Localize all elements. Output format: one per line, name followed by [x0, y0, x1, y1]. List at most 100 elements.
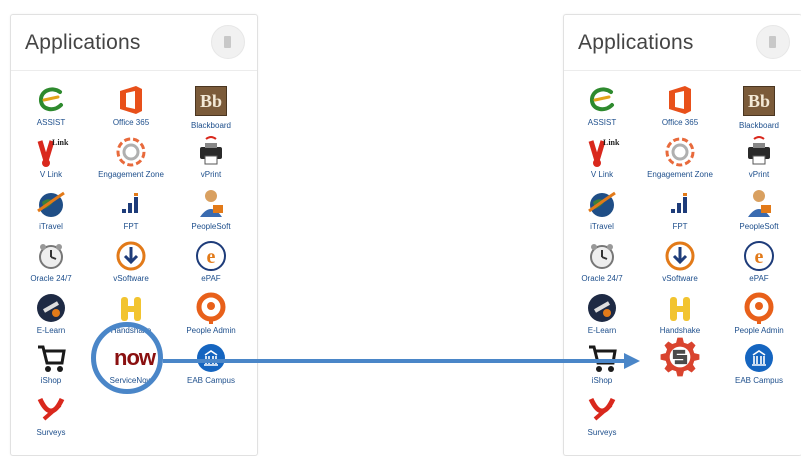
app-fpt[interactable]: FPT: [640, 187, 720, 231]
app-blackboard[interactable]: Bb Blackboard: [719, 83, 799, 130]
epaf-icon: e: [194, 239, 228, 273]
app-vsoftware[interactable]: vSoftware: [91, 239, 171, 283]
app-vlink[interactable]: Link V Link: [562, 135, 642, 179]
app-oracle[interactable]: Oracle 24/7: [11, 239, 91, 283]
app-label: EAB Campus: [186, 376, 236, 385]
app-elearn[interactable]: E-Learn: [11, 291, 91, 335]
app-office365[interactable]: Office 365: [91, 83, 171, 127]
download-icon: [114, 239, 148, 273]
app-servicenow[interactable]: now ServiceNow: [91, 341, 171, 385]
app-label: PeopleSoft: [739, 222, 779, 231]
clock-icon: [34, 239, 68, 273]
app-label: ASSIST: [587, 118, 617, 127]
app-label: Engagement Zone: [98, 170, 164, 179]
panel-header: Applications: [564, 15, 801, 71]
office365-icon: [663, 83, 697, 117]
panel-menu-button[interactable]: [756, 25, 790, 59]
app-label: Blackboard: [738, 121, 780, 130]
vlink-logo-text: Link: [52, 138, 69, 147]
servicenow-logo-text: now: [114, 345, 156, 370]
app-label: vSoftware: [662, 274, 698, 283]
app-surveys[interactable]: Surveys: [11, 393, 91, 437]
blackboard-icon: Bb: [194, 86, 228, 120]
app-label: Surveys: [587, 428, 617, 437]
app-label: E-Learn: [36, 326, 66, 335]
app-epaf[interactable]: e ePAF: [719, 239, 799, 283]
app-itravel[interactable]: iTravel: [11, 187, 91, 231]
people-admin-icon: [194, 291, 228, 325]
svg-text:e: e: [755, 246, 764, 268]
app-fpt[interactable]: FPT: [91, 187, 171, 231]
app-label: E-Learn: [587, 326, 617, 335]
app-assist[interactable]: ASSIST: [11, 83, 91, 127]
app-elearn[interactable]: E-Learn: [562, 291, 642, 335]
applications-panel-left: Applications ASSIST Office 365 Bb Blackb…: [10, 14, 258, 456]
app-eab-campus[interactable]: EAB Campus: [171, 341, 251, 385]
app-blackboard[interactable]: Bb Blackboard: [171, 83, 251, 130]
vlink-icon: Link: [34, 135, 68, 169]
app-label: EAB Campus: [734, 376, 784, 385]
app-peoplesoft[interactable]: PeopleSoft: [719, 187, 799, 231]
app-label: Office 365: [661, 118, 699, 127]
app-ishop[interactable]: iShop: [11, 341, 91, 385]
bar-chart-icon: [663, 187, 697, 221]
download-icon: [663, 239, 697, 273]
panel-title: Applications: [25, 31, 141, 54]
panel-menu-button[interactable]: [211, 25, 245, 59]
app-label: Engagement Zone: [647, 170, 713, 179]
eab-campus-icon: [194, 341, 228, 375]
app-engagement-zone[interactable]: Engagement Zone: [91, 135, 171, 179]
app-servicenow-new[interactable]: [640, 335, 720, 379]
app-label: iTravel: [39, 222, 63, 231]
app-label: vPrint: [748, 170, 770, 179]
clock-icon: [585, 239, 619, 273]
app-vlink[interactable]: Link V Link: [11, 135, 91, 179]
assist-icon: [34, 83, 68, 117]
vlink-logo-text: Link: [603, 138, 620, 147]
blackboard-logo-text: Bb: [195, 86, 227, 116]
blackboard-icon: Bb: [742, 86, 776, 120]
app-label: V Link: [39, 170, 63, 179]
app-label: V Link: [590, 170, 614, 179]
handshake-icon: [663, 291, 697, 325]
app-label: ASSIST: [36, 118, 66, 127]
app-handshake[interactable]: Handshake: [91, 291, 171, 335]
app-label: vSoftware: [113, 274, 149, 283]
app-oracle[interactable]: Oracle 24/7: [562, 239, 642, 283]
blackboard-logo-text: Bb: [743, 86, 775, 116]
app-epaf[interactable]: e ePAF: [171, 239, 251, 283]
app-label: ePAF: [749, 274, 769, 283]
app-people-admin[interactable]: People Admin: [171, 291, 251, 335]
app-people-admin[interactable]: People Admin: [719, 291, 799, 335]
app-engagement-zone[interactable]: Engagement Zone: [640, 135, 720, 179]
people-admin-icon: [742, 291, 776, 325]
app-surveys[interactable]: Surveys: [562, 393, 642, 437]
app-label: People Admin: [734, 326, 784, 335]
app-handshake[interactable]: Handshake: [640, 291, 720, 335]
app-label: ServiceNow: [109, 376, 153, 385]
vlink-icon: Link: [585, 135, 619, 169]
app-label: Oracle 24/7: [581, 274, 623, 283]
app-peoplesoft[interactable]: PeopleSoft: [171, 187, 251, 231]
app-label: PeopleSoft: [191, 222, 231, 231]
svg-text:e: e: [207, 246, 216, 268]
app-vsoftware[interactable]: vSoftware: [640, 239, 720, 283]
app-eab-campus[interactable]: EAB Campus: [719, 341, 799, 385]
app-label: Oracle 24/7: [30, 274, 72, 283]
bar-chart-icon: [114, 187, 148, 221]
printer-icon: [194, 135, 228, 169]
assist-icon: [585, 83, 619, 117]
app-vprint[interactable]: vPrint: [171, 135, 251, 179]
app-ishop[interactable]: iShop: [562, 341, 642, 385]
servicenow-icon: now: [114, 341, 156, 375]
app-assist[interactable]: ASSIST: [562, 83, 642, 127]
app-office365[interactable]: Office 365: [640, 83, 720, 127]
printer-icon: [742, 135, 776, 169]
app-itravel[interactable]: iTravel: [562, 187, 642, 231]
app-label: iTravel: [590, 222, 614, 231]
app-label: FPT: [123, 222, 139, 231]
app-vprint[interactable]: vPrint: [719, 135, 799, 179]
shopping-cart-icon: [585, 341, 619, 375]
app-label: vPrint: [200, 170, 222, 179]
globe-icon: [34, 187, 68, 221]
